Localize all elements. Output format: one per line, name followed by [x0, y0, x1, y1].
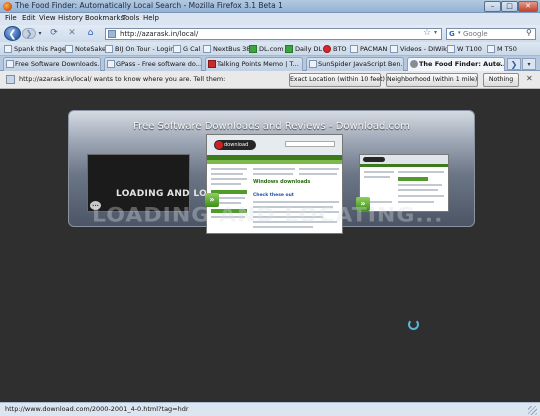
resize-grip-icon[interactable] — [528, 406, 537, 415]
thumb-nav — [360, 164, 448, 167]
forward-button[interactable]: ❯ — [22, 28, 36, 39]
download-icon — [285, 45, 293, 53]
search-input[interactable] — [463, 29, 525, 39]
maximize-button[interactable]: □ — [501, 1, 518, 12]
bookmark-item[interactable]: W T100 — [447, 44, 482, 54]
tab[interactable]: SunSpider JavaScript Ben... — [306, 57, 404, 71]
list-tabs-icon[interactable]: ▾ — [522, 58, 536, 70]
bookmark-icon — [105, 45, 113, 53]
download-logo: download — [214, 140, 256, 150]
tab[interactable]: GPass - Free software do... — [104, 57, 202, 71]
stop-button[interactable]: ✕ — [66, 27, 78, 40]
reload-button[interactable]: ⟳ — [48, 27, 60, 40]
tab-favicon-icon — [410, 60, 418, 68]
tab-favicon-icon — [107, 60, 115, 68]
back-button[interactable]: ❮ — [4, 26, 21, 41]
bookmark-item[interactable]: BTO — [323, 44, 347, 54]
bookmark-icon — [173, 45, 181, 53]
menu-help[interactable]: Help — [143, 14, 159, 22]
bookmark-item[interactable]: NextBus 38 — [203, 44, 250, 54]
firefox-icon — [3, 2, 12, 11]
bookmark-star-icon[interactable]: ☆ — [423, 28, 431, 38]
bookmark-item[interactable]: PACMAN — [350, 44, 387, 54]
loading-reflection-text: LOADING AND LOCATING... — [92, 204, 444, 227]
download-icon — [249, 45, 257, 53]
home-button[interactable]: ⌂ — [84, 27, 97, 40]
bookmark-icon — [447, 45, 455, 53]
site-favicon-icon — [108, 30, 116, 38]
thumb-subheading: Check these out — [253, 193, 294, 198]
bookmark-icon — [350, 45, 358, 53]
download-logo — [363, 157, 385, 162]
bookmark-icon — [203, 45, 211, 53]
location-icon — [6, 75, 15, 84]
bookmark-item[interactable]: Spank this Page! — [4, 44, 68, 54]
preview-title: Free Software Downloads and Reviews - Do… — [133, 121, 410, 132]
geolocation-notification-bar: http://azarask.in/local/ wants to know w… — [0, 71, 540, 89]
bookmark-icon — [390, 45, 398, 53]
thumb-heading: Windows downloads — [253, 179, 311, 185]
close-notification-icon[interactable]: ✕ — [526, 74, 533, 83]
exact-location-button[interactable]: Exact Location (within 10 feet) — [289, 73, 385, 87]
tab-favicon-icon — [309, 60, 317, 68]
bookmark-item[interactable]: G Cal — [173, 44, 200, 54]
navigation-toolbar: ❮ ❯ ▾ ⟳ ✕ ⌂ http://azarask.in/local/ ☆ ▾… — [0, 25, 540, 42]
minimize-button[interactable]: – — [484, 1, 501, 12]
tab-strip: Free Software Downloads... GPass - Free … — [0, 56, 540, 71]
status-text: http://www.download.com/2000-2001_4-0.ht… — [5, 405, 189, 413]
bto-icon — [323, 45, 331, 53]
url-dropdown-icon[interactable]: ▾ — [434, 29, 437, 36]
bookmark-item[interactable]: BIJ On Tour - Login — [105, 44, 174, 54]
scroll-tabs-icon[interactable]: ❯ — [507, 58, 521, 70]
tab-favicon-icon — [6, 60, 14, 68]
thumb-subnav — [207, 160, 342, 164]
tab[interactable]: Talking Points Memo | T... — [205, 57, 303, 71]
bookmark-icon — [65, 45, 73, 53]
loading-spinner-icon — [408, 319, 419, 330]
search-bar[interactable]: G ▾ ⚲ — [446, 28, 536, 40]
search-icon[interactable]: ⚲ — [526, 28, 532, 37]
menu-file[interactable]: File — [5, 14, 17, 22]
url-text[interactable]: http://azarask.in/local/ — [120, 30, 198, 38]
menu-tools[interactable]: Tools — [122, 14, 139, 22]
menu-bookmarks[interactable]: Bookmarks — [85, 14, 124, 22]
menu-history[interactable]: History — [58, 14, 83, 22]
tab-active[interactable]: The Food Finder: Auto... ✕ — [407, 57, 505, 71]
loading-text: Loading and lo — [116, 189, 208, 199]
bookmark-icon — [487, 45, 495, 53]
bookmark-item[interactable]: Daily DL — [285, 44, 322, 54]
engine-dropdown-icon[interactable]: ▾ — [458, 30, 461, 36]
bookmark-item[interactable]: DL.com — [249, 44, 284, 54]
tab[interactable]: Free Software Downloads... — [3, 57, 101, 71]
nothing-button[interactable]: Nothing — [483, 73, 519, 87]
tab-favicon-icon — [208, 60, 216, 68]
menu-edit[interactable]: Edit — [22, 14, 36, 22]
bookmark-item[interactable]: NoteSake — [65, 44, 106, 54]
notification-text: http://azarask.in/local/ wants to know w… — [19, 75, 226, 83]
thumb-search-box — [285, 141, 335, 147]
bookmark-icon — [4, 45, 12, 53]
history-dropdown-icon[interactable]: ▾ — [37, 29, 43, 38]
close-window-button[interactable]: ✕ — [518, 1, 538, 12]
close-tab-icon[interactable]: ✕ — [497, 58, 502, 70]
bookmark-item[interactable]: M T50 — [487, 44, 517, 54]
neighborhood-button[interactable]: Neighborhood (within 1 mile) — [386, 73, 478, 87]
google-engine-icon[interactable]: G — [449, 30, 457, 38]
title-bar: The Food Finder: Automatically Local Sea… — [0, 0, 540, 13]
window-title: The Food Finder: Automatically Local Sea… — [15, 1, 283, 10]
bookmark-item[interactable]: Videos - DIWiki — [390, 44, 449, 54]
menu-bar: File Edit View History Bookmarks Tools H… — [0, 13, 540, 25]
url-bar[interactable]: http://azarask.in/local/ ☆ ▾ — [105, 28, 442, 40]
menu-view[interactable]: View — [39, 14, 56, 22]
bookmarks-toolbar: Spank this Page! NoteSake BIJ On Tour - … — [0, 42, 540, 56]
status-bar: http://www.download.com/2000-2001_4-0.ht… — [0, 402, 540, 416]
